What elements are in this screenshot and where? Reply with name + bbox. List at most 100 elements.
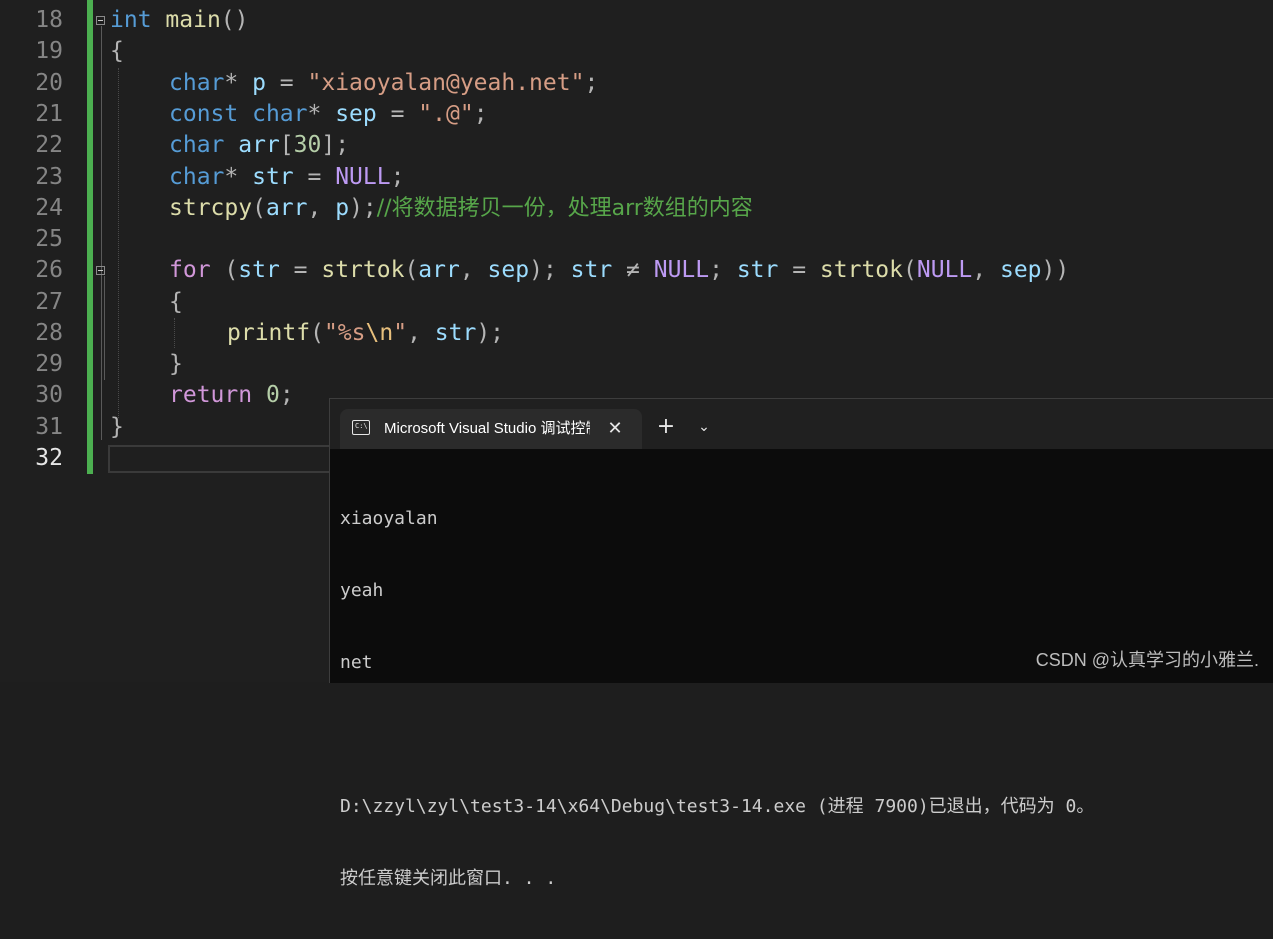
indent-guide xyxy=(118,68,119,418)
line-number: 24 xyxy=(35,195,63,221)
token: ; xyxy=(390,164,405,190)
token: for xyxy=(169,257,211,283)
code-line-26[interactable]: for (str = strtok(arr, sep); str ≠ NULL;… xyxy=(169,255,1069,286)
line-number: 30 xyxy=(35,382,63,408)
token: p xyxy=(335,195,350,221)
token: str xyxy=(238,257,280,283)
token: * xyxy=(224,70,253,96)
line-number: 20 xyxy=(35,70,63,96)
token: )) xyxy=(1041,257,1070,283)
token: { xyxy=(169,289,183,315)
plus-icon[interactable]: + xyxy=(654,415,678,439)
token: strcpy xyxy=(169,195,253,221)
token: } xyxy=(169,351,183,377)
token: char xyxy=(169,164,225,190)
token: ; xyxy=(584,70,599,96)
terminal-output[interactable]: xiaoyalan yeah net D:\zzyl\zyl\test3-14\… xyxy=(340,459,1094,939)
terminal-tab[interactable]: C:\ Microsoft Visual Studio 调试控制台 ✕ xyxy=(340,409,642,449)
code-line-27[interactable]: { xyxy=(169,287,183,318)
token: char xyxy=(169,132,225,158)
token: char xyxy=(252,101,308,127)
line-number-gutter: 18 19 20 21 22 23 24 25 26 27 28 29 30 3… xyxy=(0,0,75,682)
token: NULL xyxy=(335,164,391,190)
token: = xyxy=(293,164,336,190)
token: ≠ xyxy=(612,257,654,283)
token: str xyxy=(252,164,294,190)
token: ( xyxy=(903,257,917,283)
token: str xyxy=(570,257,613,283)
token: * xyxy=(307,101,336,127)
code-line-21[interactable]: const char* sep = ".@"; xyxy=(169,99,488,130)
line-number: 27 xyxy=(35,289,63,315)
token: , xyxy=(459,257,488,283)
code-line-23[interactable]: char* str = NULL; xyxy=(169,162,404,193)
terminal-icon-label: C:\ xyxy=(355,422,368,430)
token: char xyxy=(169,70,225,96)
token: "xiaoyalan@yeah.net" xyxy=(307,70,585,96)
token: ( xyxy=(252,195,266,221)
tab-title: Microsoft Visual Studio 调试控制台 xyxy=(384,420,590,437)
token: " xyxy=(393,320,408,346)
output-line: yeah xyxy=(340,580,384,601)
token: arr xyxy=(265,195,308,221)
collapse-icon[interactable] xyxy=(96,266,105,275)
token: ); xyxy=(349,195,377,221)
output-line: 按任意键关闭此窗口. . . xyxy=(340,868,557,889)
code-line-31[interactable]: } xyxy=(110,412,124,443)
token: , xyxy=(972,257,1000,283)
line-number: 31 xyxy=(35,414,63,440)
token: = xyxy=(376,101,419,127)
token: ".@" xyxy=(418,101,474,127)
code-line-22[interactable]: char arr[30]; xyxy=(169,130,349,161)
code-line-18[interactable]: int main() xyxy=(110,5,249,36)
token: { xyxy=(110,38,124,64)
token: int xyxy=(110,7,152,33)
token: str xyxy=(736,257,779,283)
code-line-30[interactable]: return 0; xyxy=(169,380,294,411)
token: str xyxy=(434,320,477,346)
line-number: 18 xyxy=(35,7,63,33)
token: () xyxy=(220,7,249,33)
line-number: 23 xyxy=(35,164,63,190)
token: sep xyxy=(335,101,377,127)
token: NULL xyxy=(653,257,710,283)
line-number: 19 xyxy=(35,38,63,64)
token: ( xyxy=(210,257,239,283)
code-line-29[interactable]: } xyxy=(169,349,183,380)
token: = xyxy=(265,70,308,96)
code-line-20[interactable]: char* p = "xiaoyalan@yeah.net"; xyxy=(169,68,598,99)
token: main xyxy=(165,7,221,33)
token: arr xyxy=(418,257,460,283)
code-line-19[interactable]: { xyxy=(110,36,124,67)
token: sep xyxy=(999,257,1042,283)
current-line-number: 32 xyxy=(35,445,63,471)
debug-console-window[interactable]: C:\ Microsoft Visual Studio 调试控制台 ✕ + ⌄ … xyxy=(329,398,1273,889)
token: ); xyxy=(529,257,571,283)
code-line-28[interactable]: printf("%s\n", str); xyxy=(227,318,504,349)
change-tracking-bar xyxy=(87,0,93,474)
token: p xyxy=(252,70,266,96)
close-icon[interactable]: ✕ xyxy=(603,417,627,441)
output-line: D:\zzyl\zyl\test3-14\x64\Debug\test3-14.… xyxy=(340,796,1095,817)
token: arr xyxy=(238,132,280,158)
line-number: 22 xyxy=(35,132,63,158)
token: = xyxy=(279,257,322,283)
token: [ xyxy=(279,132,294,158)
token: strtok xyxy=(819,257,904,283)
watermark: CSDN @认真学习的小雅兰. xyxy=(1035,650,1259,670)
token: 0 xyxy=(265,382,280,408)
chevron-down-icon[interactable]: ⌄ xyxy=(692,415,716,439)
token: return xyxy=(169,382,253,408)
collapse-icon[interactable] xyxy=(96,16,105,25)
token: ]; xyxy=(321,132,350,158)
line-number: 26 xyxy=(35,257,63,283)
terminal-icon: C:\ xyxy=(352,420,370,435)
line-number: 21 xyxy=(35,101,63,127)
token: ; xyxy=(279,382,294,408)
indent-guide xyxy=(174,318,175,348)
code-comment: //将数据拷贝一份，处理arr数组的内容 xyxy=(376,196,753,221)
line-number: 25 xyxy=(35,226,63,252)
code-line-24[interactable]: strcpy(arr, p);//将数据拷贝一份，处理arr数组的内容 xyxy=(169,193,753,224)
